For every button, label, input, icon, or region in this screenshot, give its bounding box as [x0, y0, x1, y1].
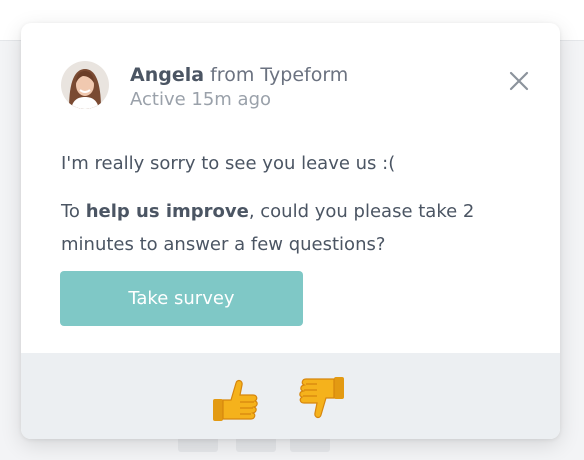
sender-info: Angela from Typeform Active 15m ago	[130, 62, 348, 112]
message-prefix: To	[61, 201, 80, 222]
sender-status: Active 15m ago	[130, 89, 272, 110]
sender-name: Angela	[130, 64, 205, 86]
message-emphasis: help us improve	[85, 201, 249, 222]
thumbs-down-button[interactable]	[296, 373, 348, 425]
thumbs-up-icon	[213, 379, 258, 421]
feedback-popup: Angela from Typeform Active 15m ago I'm …	[21, 23, 560, 439]
thumbs-up-button[interactable]	[209, 373, 261, 425]
message-line-2: To help us improve, could you please tak…	[61, 195, 521, 261]
sender-org: from Typeform	[210, 64, 349, 86]
thumbs-down-icon	[299, 377, 344, 419]
close-icon	[509, 71, 529, 91]
message-line-1: I'm really sorry to see you leave us :(	[61, 153, 396, 174]
avatar	[61, 61, 109, 109]
close-button[interactable]	[505, 67, 533, 95]
reaction-bar	[21, 353, 560, 439]
sender-line: Angela from Typeform	[130, 62, 348, 88]
take-survey-button[interactable]: Take survey	[60, 271, 303, 326]
